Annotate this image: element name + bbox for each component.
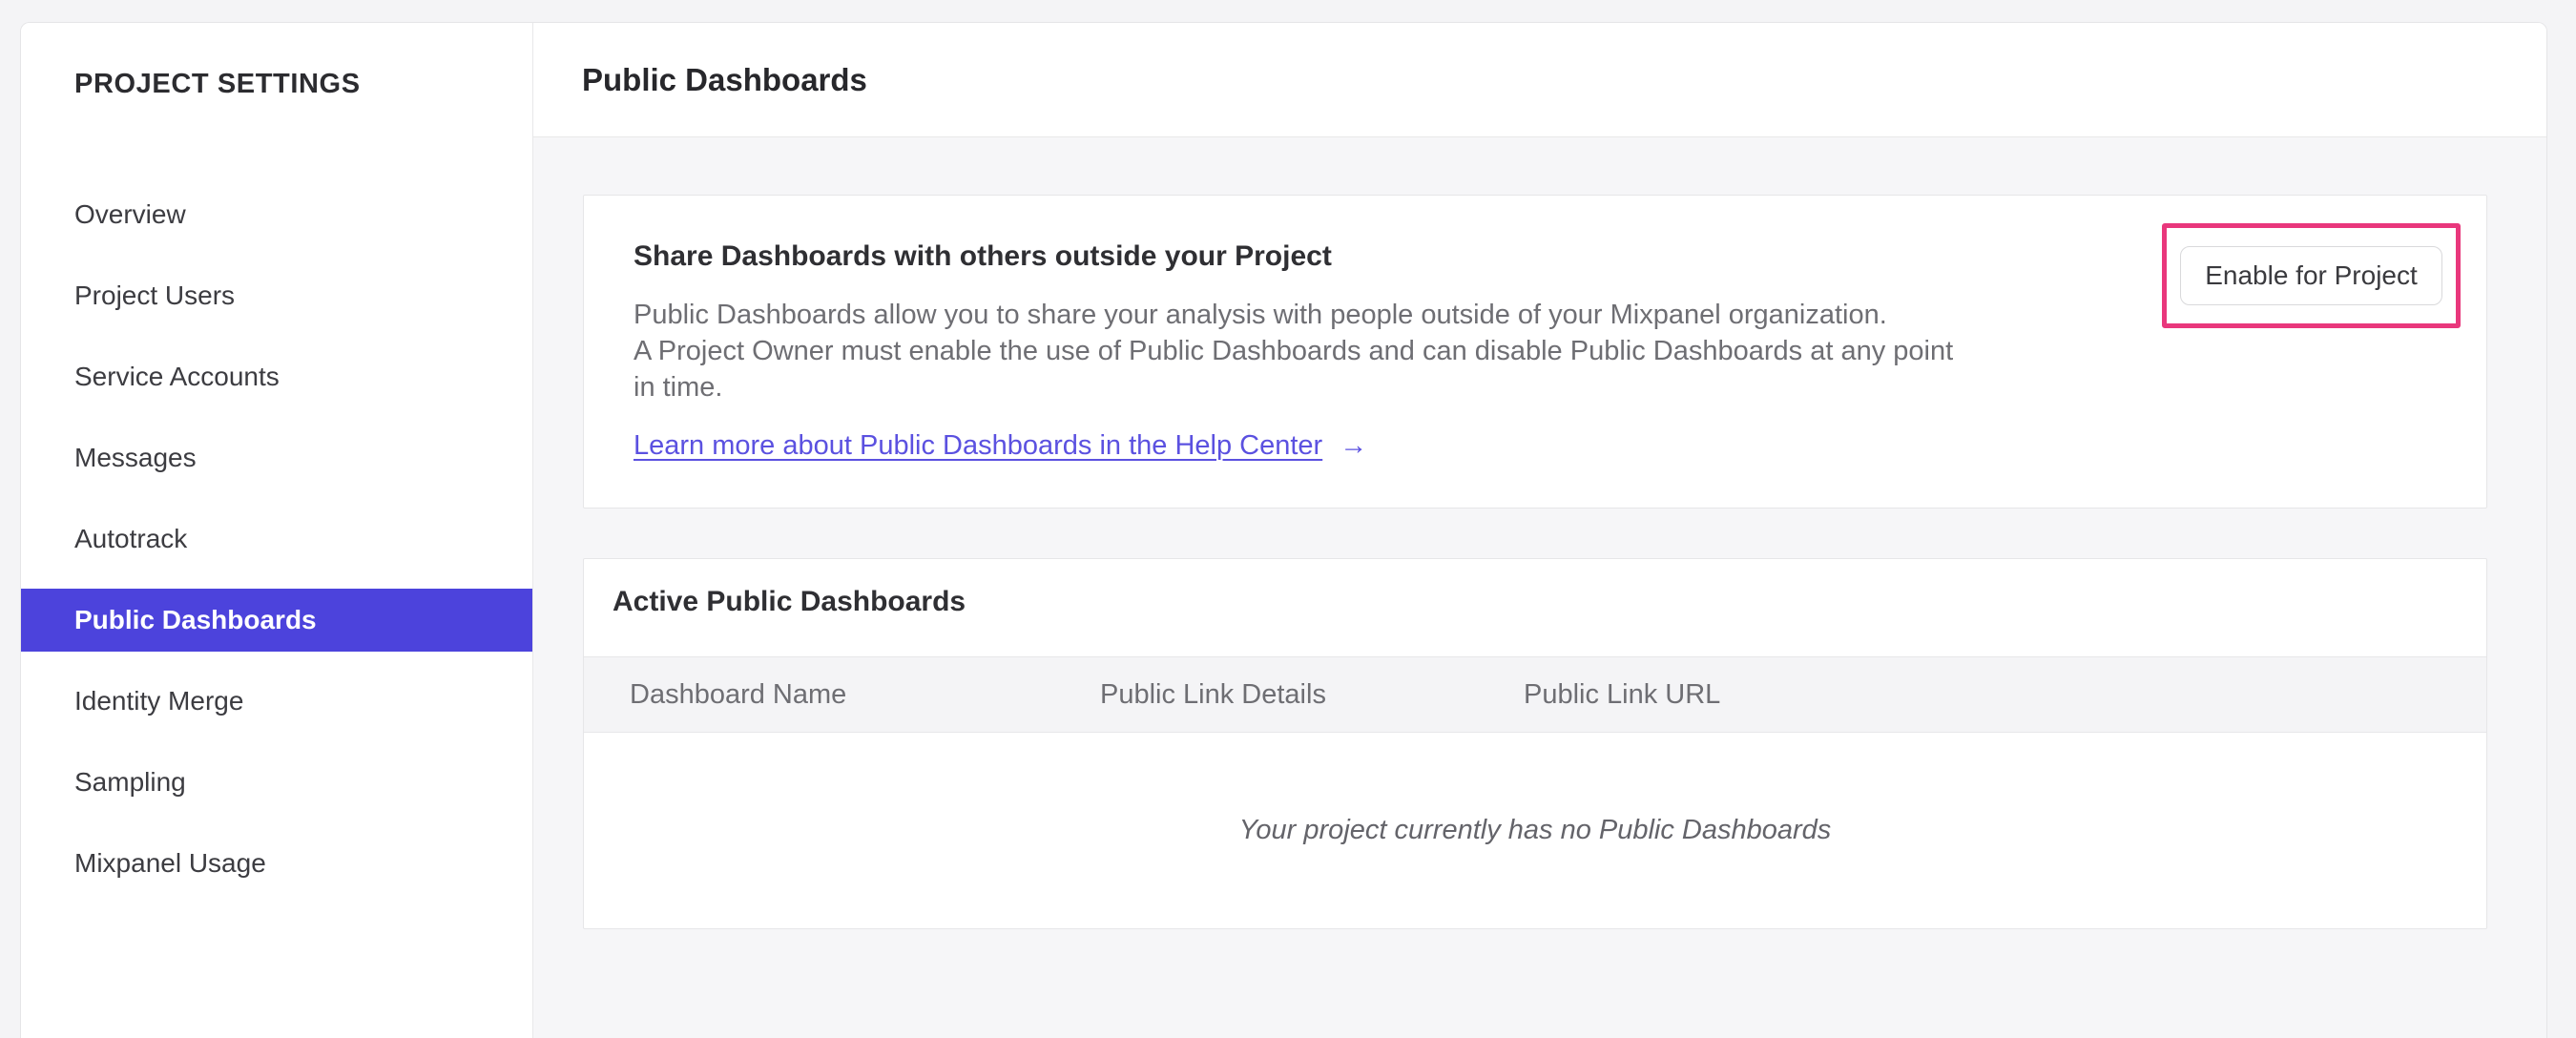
sidebar-item-messages[interactable]: Messages [21,426,532,489]
active-dashboards-card: Active Public Dashboards Dashboard Name … [583,558,2487,929]
sidebar: PROJECT SETTINGS Overview Project Users … [21,23,533,1038]
page-title: Public Dashboards [582,61,867,97]
sidebar-nav: Overview Project Users Service Accounts … [21,183,532,895]
sidebar-item-service-accounts[interactable]: Service Accounts [21,345,532,408]
sidebar-item-mixpanel-usage[interactable]: Mixpanel Usage [21,832,532,895]
annotation-highlight-box: Enable for Project [2162,223,2461,328]
help-center-link[interactable]: Learn more about Public Dashboards in th… [634,430,1322,462]
table-empty-state: Your project currently has no Public Das… [584,733,2486,928]
main-section: Public Dashboards Share Dashboards with … [533,23,2546,1038]
share-description-line: A Project Owner must enable the use of P… [634,336,1954,366]
sidebar-item-autotrack[interactable]: Autotrack [21,508,532,571]
settings-panel: PROJECT SETTINGS Overview Project Users … [20,22,2547,1038]
main-body: Share Dashboards with others outside you… [533,137,2546,1038]
sidebar-title: PROJECT SETTINGS [74,69,361,99]
enable-for-project-button[interactable]: Enable for Project [2180,246,2442,305]
help-link-row: Learn more about Public Dashboards in th… [634,430,2486,462]
column-header-public-link-url: Public Link URL [1524,678,1721,710]
page-header: Public Dashboards [533,23,2546,137]
empty-state-text: Your project currently has no Public Das… [1238,815,1832,845]
sidebar-item-identity-merge[interactable]: Identity Merge [21,670,532,733]
sidebar-item-public-dashboards[interactable]: Public Dashboards [21,589,532,652]
table-header-row: Dashboard Name Public Link Details Publi… [584,656,2486,733]
sidebar-item-overview[interactable]: Overview [21,183,532,246]
active-dashboards-title: Active Public Dashboards [613,586,966,617]
sidebar-item-project-users[interactable]: Project Users [21,264,532,327]
column-header-dashboard-name: Dashboard Name [630,678,847,710]
share-description-line: in time. [634,372,723,403]
sidebar-item-sampling[interactable]: Sampling [21,751,532,814]
column-header-public-link-details: Public Link Details [1100,678,1326,710]
page: PROJECT SETTINGS Overview Project Users … [0,0,2576,1038]
arrow-right-icon: → [1340,430,1368,461]
share-dashboards-card: Share Dashboards with others outside you… [583,195,2487,509]
